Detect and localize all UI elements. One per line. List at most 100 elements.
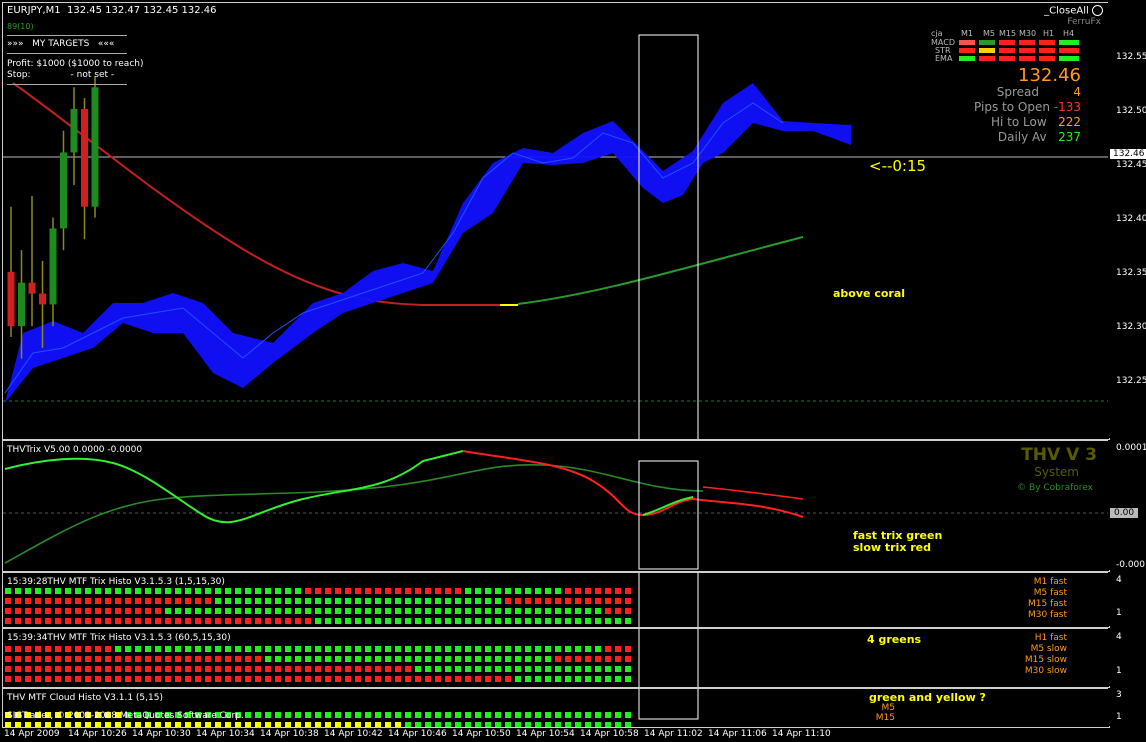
cloud-label-m15: M15 — [875, 713, 895, 723]
daily-label: Daily Av — [997, 130, 1047, 144]
time-tick-1: 14 Apr 10:26 — [68, 729, 127, 739]
trix-svg — [3, 450, 1109, 570]
trix-axis-top: 0.0001 — [1116, 443, 1146, 453]
targets-block: 89(10) »»» MY TARGETS ««« Profit: $1000 … — [7, 21, 144, 88]
symbol-header: EURJPY,M1 132.45 132.47 132.45 132.46 — [7, 5, 217, 16]
targets-title: »»» MY TARGETS ««« — [7, 39, 115, 49]
axis-13245: 132.45 — [1116, 160, 1146, 170]
candle-body — [60, 152, 67, 229]
signal-grid: cja M1 M5 M15 M30 H1 H4 MACD STR EMA — [925, 29, 1085, 63]
time-tick-10: 14 Apr 11:02 — [644, 729, 703, 739]
axis-13255: 132.55 — [1116, 52, 1146, 62]
time-tick-5: 14 Apr 10:42 — [324, 729, 383, 739]
stop-line: Stop: - not set - — [7, 70, 115, 80]
cloud-header: THV MTF Cloud Histo V3.1.1 (5,15) — [7, 693, 163, 703]
cloud-axis-top: 3 — [1116, 690, 1122, 700]
spread-label: Spread — [996, 85, 1040, 99]
col-m30: M30 — [1019, 29, 1037, 38]
thv-by: © By Cobraforex — [1017, 483, 1093, 493]
histo2-label-m30: M30 slow — [1024, 666, 1067, 676]
axis-current-price: 132.46 — [1110, 149, 1146, 159]
hilo-label: Hi to Low — [990, 115, 1047, 129]
trix-axis — [1108, 440, 1146, 570]
histo2-labels: H1 fast M5 slow M15 slow M30 slow — [1025, 633, 1067, 677]
histo1-pane[interactable]: 15:39:28THV MTF Trix Histo V3.1.5.3 (1,5… — [2, 572, 1110, 628]
time-tick-6: 14 Apr 10:46 — [388, 729, 447, 739]
candle-body — [18, 282, 25, 327]
cloud-label-m5: M5 — [881, 703, 896, 713]
histo2-label-m15: M15 slow — [1024, 655, 1067, 665]
cloud-labels: M5 M15 — [876, 703, 895, 723]
time-tick-11: 14 Apr 11:06 — [708, 729, 767, 739]
histo1-label-m30: M30 fast — [1028, 610, 1067, 620]
time-tick-9: 14 Apr 10:58 — [580, 729, 639, 739]
col-m15: M15 — [999, 29, 1017, 38]
cloud-axis — [1108, 688, 1146, 726]
cloud-axis-bottom: 1 — [1116, 712, 1122, 722]
trix-axis-zero: 0.00 — [1110, 508, 1139, 518]
profit-line: Profit: $1000 ($1000 to reach) — [7, 59, 144, 69]
annotation-four-greens: 4 greens — [867, 633, 922, 646]
candle-body — [28, 282, 36, 294]
main-chart-pane[interactable]: ↓ ↓ EURJPY,M1 132.45 132.47 132.45 132.4… — [2, 2, 1110, 440]
time-tick-4: 14 Apr 10:38 — [260, 729, 319, 739]
histo2-axis-bottom: 1 — [1116, 666, 1122, 676]
col-h4: H4 — [1063, 29, 1075, 38]
trix-axis-bottom: -0.0001 — [1116, 560, 1146, 570]
col-m1: M1 — [961, 29, 973, 38]
row-ema: EMA — [935, 54, 953, 63]
price-readout: 132.46 — [1018, 65, 1081, 86]
axis-13225: 132.25 — [1116, 376, 1146, 386]
time-tick-7: 14 Apr 10:50 — [452, 729, 511, 739]
histo2-label-h1: H1 fast — [1034, 633, 1067, 643]
col-h1: H1 — [1043, 29, 1055, 38]
close-all-button[interactable]: _CloseAll — [1044, 5, 1103, 17]
copyright-text: SIGTrader, © 2001-2008 MetaQuotes Softwa… — [7, 711, 244, 721]
main-chart-svg: ↓ ↓ — [3, 34, 1109, 439]
axis-13240: 132.40 — [1116, 214, 1146, 224]
daily-value: 237 — [1058, 130, 1081, 144]
pips-label: Pips to Open — [974, 100, 1050, 114]
time-tick-2: 14 Apr 10:30 — [132, 729, 191, 739]
histo2-axis-top: 4 — [1116, 632, 1122, 642]
time-axis: 14 Apr 2009 14 Apr 10:26 14 Apr 10:30 14… — [0, 727, 1146, 742]
time-tick-8: 14 Apr 10:54 — [516, 729, 575, 739]
trix-pane[interactable]: THVTrix V5.00 0.0000 -0.0000 THV V 3 Sys… — [2, 440, 1110, 572]
cloud-pane[interactable]: THV MTF Cloud Histo V3.1.1 (5,15) SIGTra… — [2, 688, 1110, 728]
col-m5: M5 — [983, 29, 995, 38]
histo1-header: 15:39:28THV MTF Trix Histo V3.1.5.3 (1,5… — [7, 577, 225, 587]
histo2-label-m5: M5 slow — [1030, 644, 1067, 654]
thv-title: THV V 3 — [1021, 445, 1097, 465]
axis-13230: 132.30 — [1116, 322, 1146, 332]
thv-system: System — [1034, 465, 1079, 479]
histo1-label-m15: M15 fast — [1028, 599, 1067, 609]
histo1-label-m5: M5 fast — [1033, 588, 1067, 598]
targets-small-num: 89(10) — [7, 22, 34, 31]
hilo-value: 222 — [1058, 115, 1081, 129]
axis-13235: 132.35 — [1116, 268, 1146, 278]
histo1-label-m1: M1 fast — [1033, 577, 1067, 587]
bar-timer: <--0:15 — [869, 157, 927, 175]
histo2-axis — [1108, 628, 1146, 686]
candle-body — [91, 87, 99, 207]
candle-body — [49, 228, 57, 305]
histo2-pane[interactable]: 15:39:34THV MTF Trix Histo V3.1.5.3 (60,… — [2, 628, 1110, 688]
histo1-axis — [1108, 572, 1146, 626]
time-tick-0: 14 Apr 2009 — [4, 729, 60, 739]
trix-header: THVTrix V5.00 0.0000 -0.0000 — [7, 445, 143, 455]
info-block: Spread 4 Pips to Open -133 Hi to Low 222… — [974, 85, 1081, 145]
time-tick-3: 14 Apr 10:34 — [196, 729, 255, 739]
spread-value: 4 — [1073, 85, 1081, 99]
ferrufx-label: FerruFx — [1067, 17, 1101, 27]
annotation-above-coral: above coral — [833, 287, 906, 300]
close-all-label: _CloseAll — [1044, 5, 1089, 17]
histo1-labels: M1 fast M5 fast M15 fast M30 fast — [1028, 577, 1067, 621]
candle-body — [39, 293, 46, 305]
candle-body — [7, 271, 15, 327]
histo1-axis-bottom: 1 — [1116, 608, 1122, 618]
candle-body — [70, 109, 78, 153]
annotation-slow-trix: slow trix red — [853, 541, 932, 554]
candles-group — [7, 76, 99, 359]
histo2-header: 15:39:34THV MTF Trix Histo V3.1.5.3 (60,… — [7, 633, 231, 643]
col-cja: cja — [931, 29, 943, 38]
